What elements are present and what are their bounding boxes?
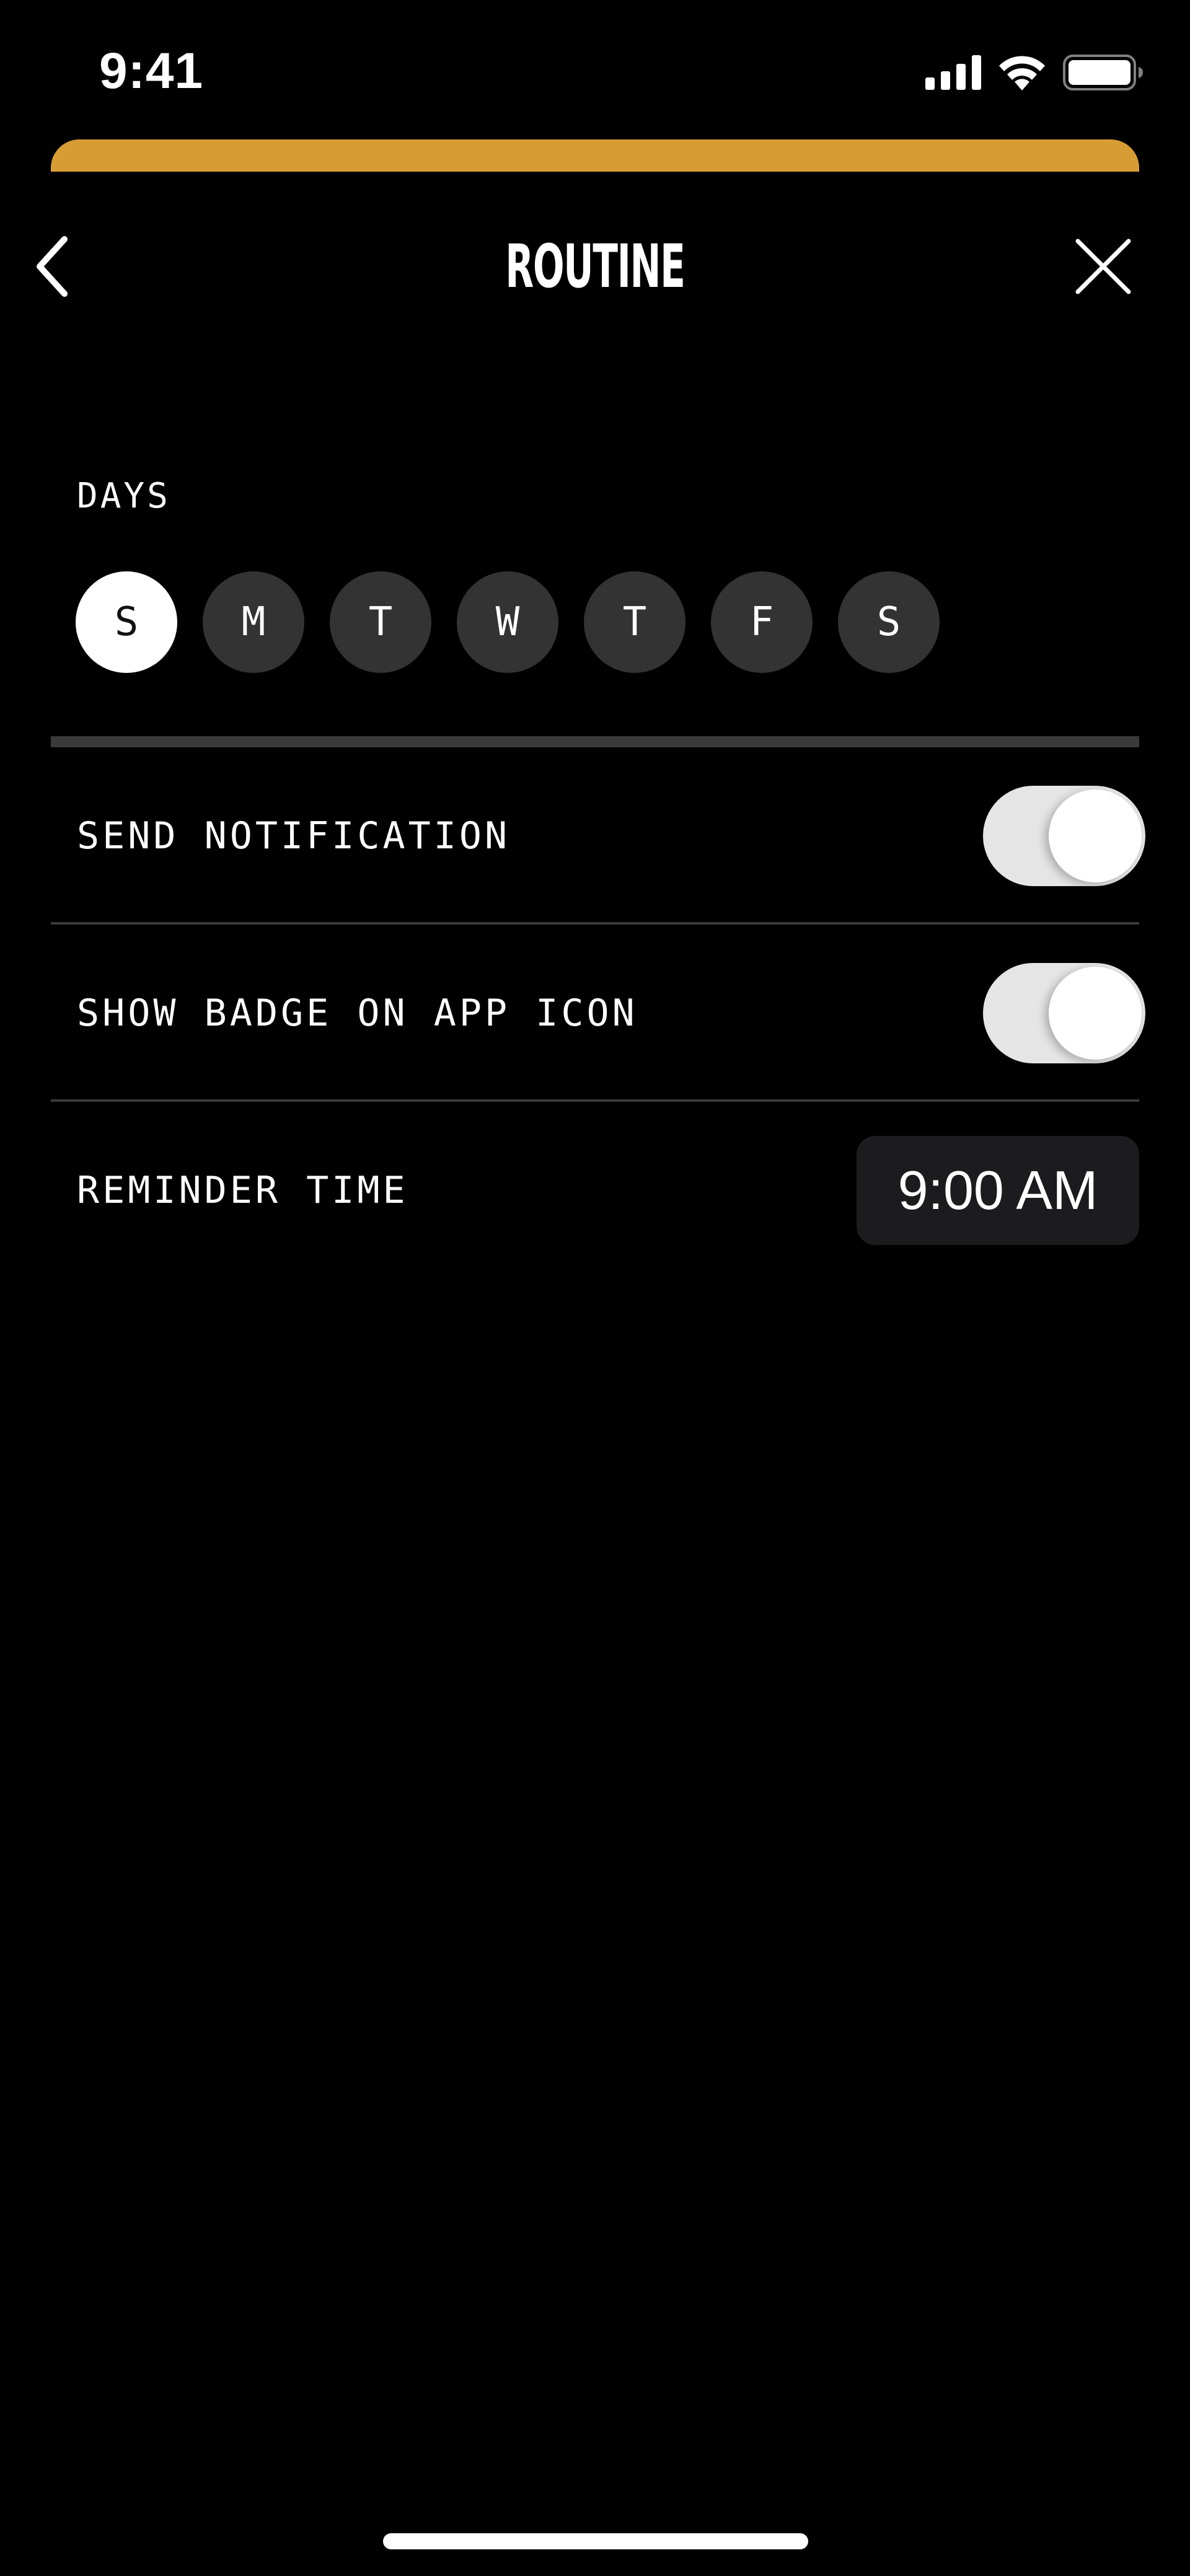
battery-icon bbox=[1063, 55, 1143, 90]
day-tuesday[interactable]: T bbox=[330, 571, 431, 673]
day-wednesday[interactable]: W bbox=[457, 571, 558, 673]
accent-bar bbox=[51, 139, 1139, 172]
day-sunday[interactable]: S bbox=[76, 571, 177, 673]
home-indicator[interactable] bbox=[383, 2533, 808, 2549]
send-notification-row: SEND NOTIFICATION bbox=[51, 747, 1145, 925]
page-title: ROUTINE bbox=[505, 232, 685, 301]
days-row: S M T W T F S bbox=[76, 571, 940, 673]
header: ROUTINE bbox=[0, 198, 1190, 322]
day-saturday[interactable]: S bbox=[838, 571, 940, 673]
section-divider bbox=[51, 736, 1139, 747]
day-thursday[interactable]: T bbox=[584, 571, 685, 673]
signal-icon bbox=[925, 55, 981, 90]
day-friday[interactable]: F bbox=[711, 571, 813, 673]
reminder-time-label: REMINDER TIME bbox=[77, 1169, 408, 1212]
back-button[interactable] bbox=[21, 229, 83, 304]
status-time: 9:41 bbox=[99, 43, 204, 99]
close-icon bbox=[1075, 239, 1131, 294]
send-notification-label: SEND NOTIFICATION bbox=[77, 814, 511, 858]
reminder-time-row: REMINDER TIME 9:00 AM bbox=[51, 1102, 1139, 1279]
days-label: DAYS bbox=[77, 476, 170, 516]
wifi-icon bbox=[999, 56, 1045, 90]
send-notification-toggle[interactable] bbox=[983, 786, 1145, 886]
show-badge-label: SHOW BADGE ON APP ICON bbox=[77, 991, 638, 1035]
show-badge-toggle[interactable] bbox=[983, 963, 1145, 1063]
close-button[interactable] bbox=[1066, 229, 1140, 304]
show-badge-row: SHOW BADGE ON APP ICON bbox=[51, 925, 1145, 1102]
status-icons bbox=[925, 55, 1144, 90]
toggle-knob bbox=[1049, 967, 1142, 1060]
status-bar: 9:41 bbox=[0, 0, 1190, 143]
reminder-time-picker[interactable]: 9:00 AM bbox=[857, 1136, 1139, 1245]
day-monday[interactable]: M bbox=[203, 571, 304, 673]
toggle-knob bbox=[1049, 789, 1142, 882]
chevron-left-icon bbox=[37, 236, 68, 297]
